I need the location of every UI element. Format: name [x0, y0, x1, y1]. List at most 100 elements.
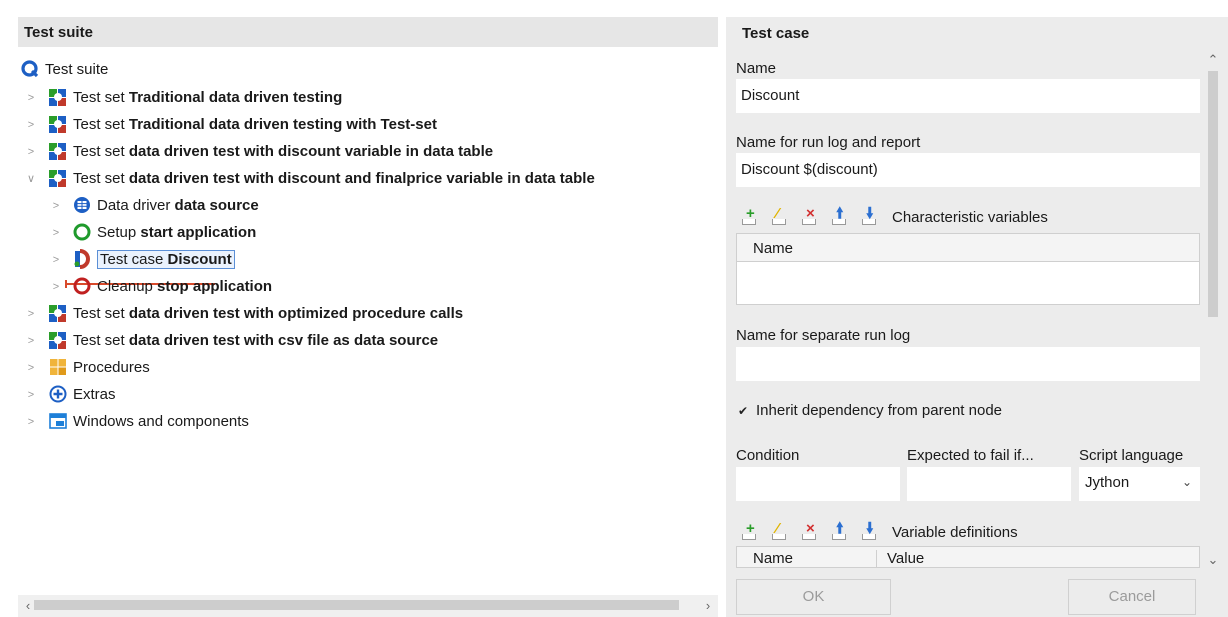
expected-to-fail-label: Expected to fail if... — [907, 447, 1034, 464]
window-icon — [49, 413, 67, 429]
separate-runlog-field[interactable] — [736, 347, 1200, 381]
tree-node-test-set-expanded[interactable]: Test set data driven test with discount … — [48, 165, 595, 191]
expand-arrow-icon[interactable]: > — [49, 253, 63, 267]
ok-button[interactable]: OK — [736, 579, 891, 615]
name-field[interactable]: Discount — [736, 79, 1200, 113]
tree-node-label: Procedures — [73, 358, 150, 376]
collapse-arrow-icon[interactable]: ∨ — [24, 172, 38, 186]
variable-definitions-toolbar: + ⁄ × 🠙 🠛 Variable definitions — [740, 520, 1018, 544]
test-set-icon — [49, 89, 66, 106]
characteristic-variables-table[interactable]: Name — [736, 233, 1200, 305]
tree-node-test-case-selected[interactable]: Test case Discount — [72, 246, 235, 272]
tree-node-label: Test set Traditional data driven testing — [73, 88, 343, 106]
move-up-button[interactable]: 🠙 — [830, 520, 850, 542]
scroll-right-icon[interactable]: › — [701, 597, 715, 615]
runlog-name-label: Name for run log and report — [736, 134, 921, 151]
tree-panel-header: Test suite — [18, 17, 718, 47]
add-row-button[interactable]: + — [740, 520, 760, 542]
separate-runlog-label: Name for separate run log — [736, 327, 911, 344]
variable-definitions-table[interactable]: Name Value — [736, 546, 1200, 568]
expand-arrow-icon[interactable]: > — [49, 199, 63, 213]
runlog-name-field[interactable]: Discount $(discount) — [736, 153, 1200, 187]
expand-arrow-icon[interactable]: > — [24, 388, 38, 402]
procedures-icon — [50, 359, 66, 375]
inherit-dependency-checkbox[interactable]: ✔ Inherit dependency from parent node — [738, 402, 1002, 419]
variable-definitions-label: Variable definitions — [892, 523, 1018, 541]
tree-node-label: Cleanup stop application — [97, 277, 273, 295]
condition-field[interactable] — [736, 467, 900, 501]
tree-node-test-set[interactable]: Test set Traditional data driven testing — [48, 84, 342, 110]
scroll-left-icon[interactable]: ‹ — [21, 597, 35, 615]
tree-node-test-suite[interactable]: Test suite — [20, 56, 108, 82]
expand-arrow-icon[interactable]: > — [49, 280, 63, 294]
detail-panel-header: Test case — [742, 25, 810, 42]
horizontal-scrollbar[interactable]: ‹ › — [18, 595, 718, 617]
test-case-icon — [74, 249, 90, 269]
tree-node-test-set[interactable]: Test set data driven test with optimized… — [48, 300, 463, 326]
script-language-label: Script language — [1079, 447, 1184, 464]
script-language-select[interactable]: Jython ⌄ — [1079, 467, 1200, 501]
checkmark-icon[interactable]: ✔ — [738, 405, 750, 417]
table-column-header[interactable]: Value — [877, 550, 924, 567]
move-down-button[interactable]: 🠛 — [860, 205, 880, 227]
test-set-icon — [49, 143, 66, 160]
expand-arrow-icon[interactable]: > — [49, 226, 63, 240]
expand-arrow-icon[interactable]: > — [24, 415, 38, 429]
condition-label: Condition — [736, 447, 800, 464]
tree-node-test-set[interactable]: Test set Traditional data driven testing… — [48, 111, 437, 137]
tree-node-label: Extras — [73, 385, 116, 403]
tree-node-label: Test set data driven test with discount … — [73, 142, 494, 160]
test-case-detail-panel: Test case Name Discount Name for run log… — [726, 17, 1228, 617]
tree-node-label: Setup start application — [97, 223, 257, 241]
test-set-icon — [49, 305, 66, 322]
tree-node-label: Test suite — [45, 60, 109, 78]
chevron-down-icon: ⌄ — [1181, 475, 1192, 489]
expand-arrow-icon[interactable]: > — [24, 307, 38, 321]
tree-node-setup[interactable]: Setup start application — [72, 219, 256, 245]
table-column-header[interactable]: Name — [737, 550, 877, 567]
delete-row-button[interactable]: × — [800, 205, 820, 227]
cancel-button[interactable]: Cancel — [1068, 579, 1196, 615]
tree-body: Test suite > Test set Traditional data d… — [18, 47, 718, 595]
extras-plus-icon — [49, 385, 67, 403]
tree-node-label: Test case Discount — [97, 249, 235, 269]
edit-row-button[interactable]: ⁄ — [770, 520, 790, 542]
tree-node-test-set[interactable]: Test set data driven test with discount … — [48, 138, 493, 164]
tree-node-label: Test set Traditional data driven testing… — [73, 115, 437, 133]
tree-node-label: Test set data driven test with optimized… — [73, 304, 464, 322]
tree-node-windows-components[interactable]: Windows and components — [48, 408, 249, 434]
test-suite-tree-panel: Test suite Test suite > Test set Traditi… — [18, 17, 718, 617]
expand-arrow-icon[interactable]: > — [24, 145, 38, 159]
scroll-up-icon[interactable]: ⌃ — [1206, 51, 1220, 69]
horizontal-scroll-thumb[interactable] — [34, 600, 679, 610]
table-header-row: Name Value — [737, 547, 1199, 567]
delete-row-button[interactable]: × — [800, 520, 820, 542]
setup-circle-icon — [73, 223, 91, 241]
expected-to-fail-field[interactable] — [907, 467, 1071, 501]
name-label: Name — [736, 60, 777, 77]
data-driver-icon — [74, 197, 90, 213]
tree-node-data-driver[interactable]: Data driver data source — [72, 192, 259, 218]
cleanup-circle-icon — [73, 277, 91, 295]
tree-node-extras[interactable]: Extras — [48, 381, 116, 407]
tree-node-cleanup[interactable]: Cleanup stop application — [72, 273, 272, 299]
test-set-icon — [49, 332, 66, 349]
expand-arrow-icon[interactable]: > — [24, 361, 38, 375]
qftest-logo-icon — [21, 60, 39, 78]
tree-node-procedures[interactable]: Procedures — [48, 354, 150, 380]
move-up-button[interactable]: 🠙 — [830, 205, 850, 227]
vertical-scrollbar[interactable]: ⌃ ⌄ — [1204, 51, 1222, 569]
expand-arrow-icon[interactable]: > — [24, 118, 38, 132]
table-column-header[interactable]: Name — [737, 234, 1199, 262]
characteristic-variables-label: Characteristic variables — [892, 208, 1048, 226]
add-row-button[interactable]: + — [740, 205, 760, 227]
expand-arrow-icon[interactable]: > — [24, 334, 38, 348]
test-set-icon — [49, 116, 66, 133]
move-down-button[interactable]: 🠛 — [860, 520, 880, 542]
tree-node-label: Test set data driven test with discount … — [73, 169, 595, 187]
vertical-scroll-thumb[interactable] — [1208, 71, 1218, 317]
scroll-down-icon[interactable]: ⌄ — [1206, 551, 1220, 569]
edit-row-button[interactable]: ⁄ — [770, 205, 790, 227]
expand-arrow-icon[interactable]: > — [24, 91, 38, 105]
tree-node-test-set[interactable]: Test set data driven test with csv file … — [48, 327, 438, 353]
